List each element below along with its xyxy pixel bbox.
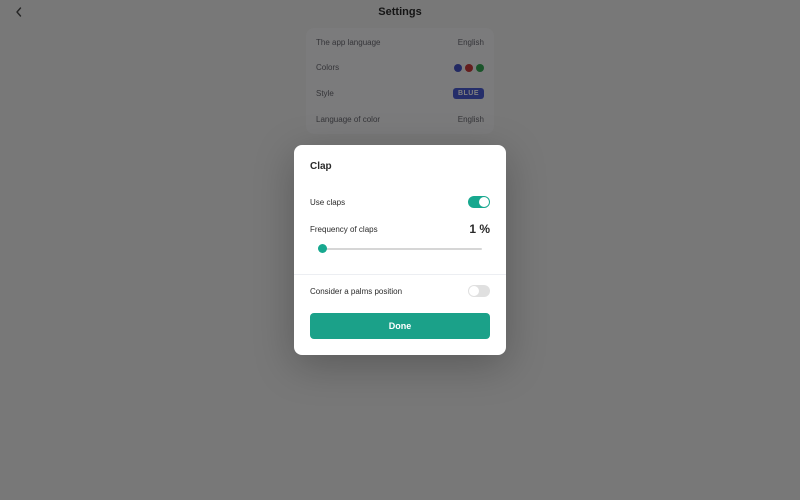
frequency-slider[interactable] [318, 242, 482, 256]
frequency-value: 1 % [469, 222, 490, 236]
clap-modal: Clap Use claps Frequency of claps 1 % Co… [294, 145, 506, 355]
palms-label: Consider a palms position [310, 287, 402, 296]
frequency-label: Frequency of claps [310, 225, 378, 234]
use-claps-label: Use claps [310, 198, 345, 207]
divider [294, 274, 506, 275]
use-claps-row: Use claps [310, 196, 490, 208]
slider-thumb[interactable] [318, 244, 327, 253]
palms-toggle[interactable] [468, 285, 490, 297]
toggle-knob [479, 197, 489, 207]
modal-title: Clap [310, 161, 490, 172]
use-claps-toggle[interactable] [468, 196, 490, 208]
done-button[interactable]: Done [310, 313, 490, 339]
palms-row: Consider a palms position [310, 285, 490, 297]
frequency-row: Frequency of claps 1 % [310, 222, 490, 236]
toggle-knob [469, 286, 479, 296]
slider-track [318, 248, 482, 250]
